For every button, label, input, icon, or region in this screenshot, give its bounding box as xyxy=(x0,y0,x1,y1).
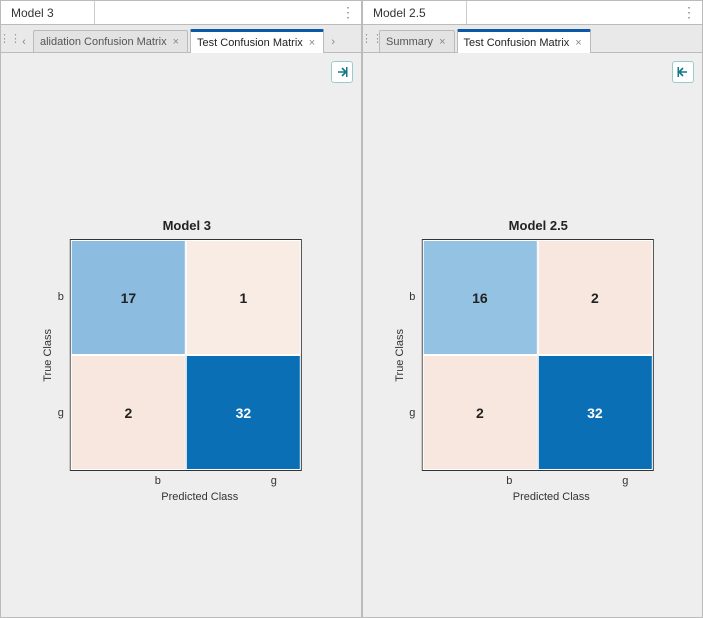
titlebar-spacer xyxy=(95,1,335,24)
y-tick: b xyxy=(409,291,415,303)
matrix-cell: 32 xyxy=(186,355,301,470)
x-tick: b xyxy=(506,475,512,487)
matrix-cell: 2 xyxy=(71,355,186,470)
y-tick: g xyxy=(409,407,415,419)
tab-test-confusion-matrix[interactable]: Test Confusion Matrix × xyxy=(457,29,591,53)
model-title-tab[interactable]: Model 2.5 xyxy=(363,1,467,24)
model-title-text: Model 2.5 xyxy=(373,6,426,20)
tab-validation-confusion-matrix[interactable]: alidation Confusion Matrix × xyxy=(33,30,188,52)
tab-scroll-right-icon[interactable]: › xyxy=(326,32,340,52)
chart-title: Model 2.5 xyxy=(393,218,683,233)
x-tick: g xyxy=(622,475,628,487)
y-tick: b xyxy=(58,291,64,303)
confusion-matrix-grid: 16 2 2 32 xyxy=(421,239,653,471)
chart-title: Model 3 xyxy=(42,218,332,233)
matrix-cell: 2 xyxy=(537,240,652,355)
model-title-tab[interactable]: Model 3 xyxy=(1,1,95,24)
close-icon[interactable]: × xyxy=(307,37,317,49)
y-axis: True Class b g xyxy=(393,239,421,471)
y-axis-label: True Class xyxy=(42,329,54,382)
tab-scroll-left-icon[interactable]: ‹ xyxy=(17,32,31,52)
y-axis-label: True Class xyxy=(393,329,405,382)
kebab-menu-icon[interactable]: ⋮ xyxy=(335,1,361,24)
tab-label: Test Confusion Matrix xyxy=(464,37,570,49)
x-tick: b xyxy=(155,475,161,487)
kebab-menu-icon[interactable]: ⋮ xyxy=(676,1,702,24)
close-icon[interactable]: × xyxy=(437,36,447,48)
matrix-cell: 32 xyxy=(537,355,652,470)
close-icon[interactable]: × xyxy=(573,37,583,49)
confusion-matrix-chart: Model 2.5 True Class b g 16 2 2 32 b xyxy=(393,218,683,503)
x-axis-label: Predicted Class xyxy=(419,491,683,503)
y-tick: g xyxy=(58,407,64,419)
y-axis-ticks: b g xyxy=(409,239,415,471)
matrix-frame: True Class b g 16 2 2 32 xyxy=(393,239,683,471)
y-axis-ticks: b g xyxy=(58,239,64,471)
confusion-matrix-grid: 17 1 2 32 xyxy=(70,239,302,471)
tabstrip: ⋮⋮ ‹ alidation Confusion Matrix × Test C… xyxy=(1,25,361,53)
matrix-frame: True Class b g 17 1 2 32 xyxy=(42,239,332,471)
matrix-cell: 17 xyxy=(71,240,186,355)
x-axis-label: Predicted Class xyxy=(68,491,332,503)
model-title-text: Model 3 xyxy=(11,6,54,20)
pane-model-3: Model 3 ⋮ ⋮⋮ ‹ alidation Confusion Matri… xyxy=(0,0,362,618)
titlebar-spacer xyxy=(467,1,676,24)
tab-test-confusion-matrix[interactable]: Test Confusion Matrix × xyxy=(190,29,324,53)
titlebar: Model 3 ⋮ xyxy=(1,1,361,25)
titlebar: Model 2.5 ⋮ xyxy=(363,1,702,25)
drag-handle-icon[interactable]: ⋮⋮ xyxy=(367,25,377,52)
tab-summary[interactable]: Summary × xyxy=(379,30,455,52)
matrix-cell: 2 xyxy=(422,355,537,470)
x-axis-ticks: b g xyxy=(100,475,332,487)
panel-collapse-left-icon[interactable] xyxy=(672,61,694,83)
x-tick: g xyxy=(271,475,277,487)
tabstrip: ⋮⋮ Summary × Test Confusion Matrix × xyxy=(363,25,702,53)
panel-collapse-right-icon[interactable] xyxy=(331,61,353,83)
x-axis-ticks: b g xyxy=(451,475,683,487)
chart-content: Model 2.5 True Class b g 16 2 2 32 b xyxy=(363,53,702,617)
pane-model-2-5: Model 2.5 ⋮ ⋮⋮ Summary × Test Confusion … xyxy=(362,0,703,618)
matrix-cell: 1 xyxy=(186,240,301,355)
tab-label: Test Confusion Matrix xyxy=(197,37,303,49)
close-icon[interactable]: × xyxy=(171,36,181,48)
tab-label: Summary xyxy=(386,36,433,48)
chart-content: Model 3 True Class b g 17 1 2 32 b xyxy=(1,53,361,617)
tab-label: alidation Confusion Matrix xyxy=(40,36,167,48)
y-axis: True Class b g xyxy=(42,239,70,471)
confusion-matrix-chart: Model 3 True Class b g 17 1 2 32 b xyxy=(42,218,332,503)
matrix-cell: 16 xyxy=(422,240,537,355)
drag-handle-icon[interactable]: ⋮⋮ xyxy=(5,25,15,52)
